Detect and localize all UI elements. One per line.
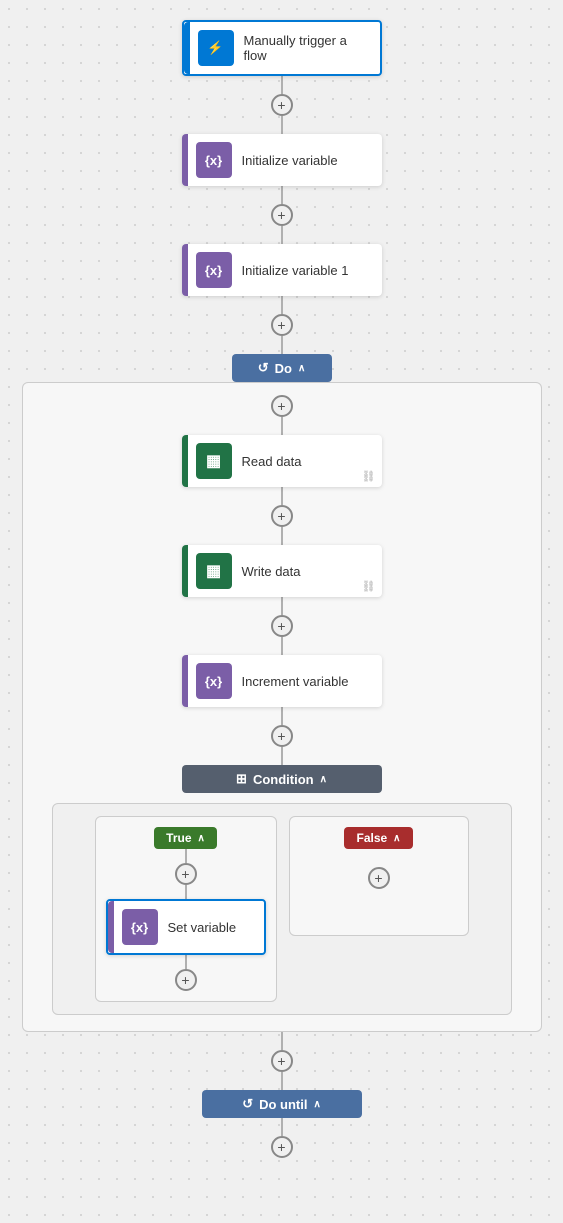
true-connector-1: + (175, 849, 197, 899)
do-connector-4: + (271, 707, 293, 765)
do-block-container: + ▦ Read data ⛓ + ▦ Write data ⛓ (22, 382, 542, 1032)
condition-icon: ⊞ (236, 771, 247, 787)
increment-variable-card[interactable]: {x} Increment variable (182, 655, 382, 707)
do-until-icon: ↺ (242, 1096, 253, 1112)
branches-row: True ∧ + {x} Set variable (65, 816, 499, 1002)
do-connector-1: + (271, 395, 293, 435)
read-data-link-icon: ⛓ (362, 470, 376, 483)
do-until-header[interactable]: ↺ Do until ∧ (202, 1090, 362, 1118)
init-var-1-label: Initialize variable 1 (242, 263, 382, 278)
do-chevron: ∧ (298, 363, 305, 374)
increment-var-accent (182, 655, 188, 707)
do-until-label: Do until (259, 1097, 307, 1112)
false-connector-1: + (368, 867, 390, 889)
false-branch-header[interactable]: False ∧ (344, 827, 412, 849)
false-chevron: ∧ (393, 833, 400, 844)
do-loop-icon: ↺ (258, 360, 269, 376)
flow-canvas: ⚡ Manually trigger a flow + {x} Initiali… (0, 0, 563, 1188)
init-var-label: Initialize variable (242, 153, 382, 168)
add-do-step-2[interactable]: + (271, 505, 293, 527)
read-data-icon: ▦ (196, 443, 232, 479)
connector-1: + (271, 76, 293, 134)
init-var-icon: {x} (196, 142, 232, 178)
read-data-card[interactable]: ▦ Read data ⛓ (182, 435, 382, 487)
do-connector-2: + (271, 487, 293, 545)
condition-label: Condition (253, 772, 314, 787)
write-data-icon: ▦ (196, 553, 232, 589)
set-variable-card[interactable]: {x} Set variable (106, 899, 266, 955)
add-step-final[interactable]: + (271, 1136, 293, 1158)
increment-var-label: Increment variable (242, 674, 382, 689)
add-true-step-2[interactable]: + (175, 969, 197, 991)
set-var-label: Set variable (168, 920, 264, 935)
write-data-link-icon: ⛓ (362, 580, 376, 593)
init-variable-1-card[interactable]: {x} Initialize variable 1 (182, 244, 382, 296)
add-do-step-4[interactable]: + (271, 725, 293, 747)
write-data-card[interactable]: ▦ Write data ⛓ (182, 545, 382, 597)
true-label: True (166, 831, 191, 845)
true-branch-header[interactable]: True ∧ (154, 827, 217, 849)
do-label: Do (275, 361, 292, 376)
set-var-accent (108, 901, 114, 953)
add-do-step-3[interactable]: + (271, 615, 293, 637)
read-data-accent (182, 435, 188, 487)
connector-2: + (271, 186, 293, 244)
false-label: False (356, 831, 387, 845)
connector-3: + (271, 296, 293, 354)
write-data-label: Write data (242, 564, 382, 579)
condition-container: True ∧ + {x} Set variable (52, 803, 512, 1015)
init-var-accent (182, 134, 188, 186)
condition-header[interactable]: ⊞ Condition ∧ (182, 765, 382, 793)
add-step-1[interactable]: + (271, 94, 293, 116)
init-variable-card[interactable]: {x} Initialize variable (182, 134, 382, 186)
trigger-accent (184, 22, 190, 74)
trigger-icon: ⚡ (198, 30, 234, 66)
add-true-step-1[interactable]: + (175, 863, 197, 885)
do-until-chevron: ∧ (313, 1099, 320, 1110)
add-do-step-1[interactable]: + (271, 395, 293, 417)
init-var-1-accent (182, 244, 188, 296)
trigger-label: Manually trigger a flow (244, 33, 380, 63)
trigger-card[interactable]: ⚡ Manually trigger a flow (182, 20, 382, 76)
increment-var-icon: {x} (196, 663, 232, 699)
init-var-1-icon: {x} (196, 252, 232, 288)
do-block-header[interactable]: ↺ Do ∧ (232, 354, 332, 382)
add-step-3[interactable]: + (271, 314, 293, 336)
set-var-icon: {x} (122, 909, 158, 945)
true-chevron: ∧ (198, 833, 205, 844)
connector-after-do: + (271, 1032, 293, 1090)
do-connector-3: + (271, 597, 293, 655)
true-branch: True ∧ + {x} Set variable (95, 816, 277, 1002)
connector-final: + (271, 1118, 293, 1158)
read-data-label: Read data (242, 454, 382, 469)
add-false-step-1[interactable]: + (368, 867, 390, 889)
add-step-2[interactable]: + (271, 204, 293, 226)
condition-chevron: ∧ (320, 774, 327, 785)
true-connector-2: + (175, 955, 197, 991)
false-branch: False ∧ + (289, 816, 469, 936)
write-data-accent (182, 545, 188, 597)
add-step-after-do[interactable]: + (271, 1050, 293, 1072)
